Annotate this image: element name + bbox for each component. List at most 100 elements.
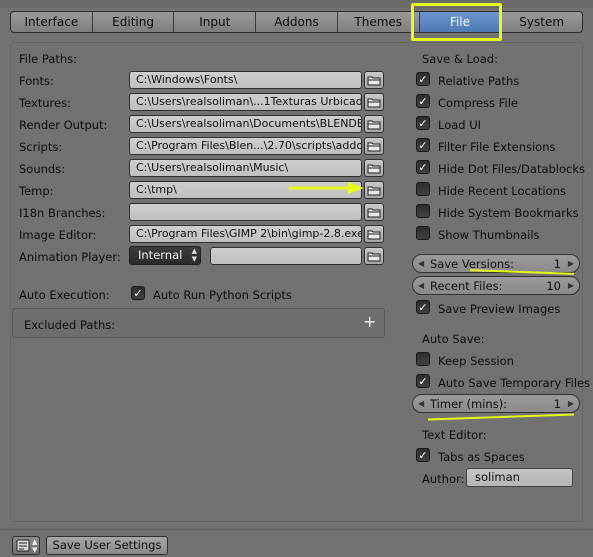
author-label: Author: [422,472,465,486]
folder-icon [367,208,381,217]
add-excluded-path-icon[interactable]: + [363,312,376,331]
timer-value: 1 [553,397,561,411]
arrow-right-icon[interactable]: ▶ [568,259,574,268]
arrow-left-icon[interactable]: ◀ [418,399,424,408]
keep-session-checkbox[interactable] [416,352,430,366]
timer-field[interactable]: ◀ Timer (mins): 1 ▶ [412,394,580,413]
render-output-path-field[interactable]: C:\Users\realsoliman\Documents\BLENDER\ [129,115,362,133]
animation-player-path-field[interactable] [210,247,362,265]
animation-player-label: Animation Player: [19,250,121,264]
check-icon: ✓ [418,374,428,388]
image-editor-label: Image Editor: [19,228,97,242]
save-preview-images-label: Save Preview Images [438,302,561,316]
tab-interface[interactable]: Interface [11,12,93,32]
i18n-branches-label: I18n Branches: [19,206,106,220]
filter-file-extensions-label: Filter File Extensions [438,140,556,154]
relative-paths-label: Relative Paths [438,74,520,88]
animation-player-dropdown[interactable]: Internal ▲ ▼ [129,246,201,265]
filter-file-extensions-checkbox[interactable]: ✓ [416,138,430,152]
folder-icon [367,164,381,173]
annotation-arrow-icon [288,182,364,194]
check-icon: ✓ [418,116,428,130]
hide-recent-locations-label: Hide Recent Locations [438,184,566,198]
sounds-folder-button[interactable] [364,159,384,177]
save-load-header: Save & Load: [422,52,498,66]
auto-execution-label: Auto Execution: [19,288,110,302]
save-versions-value: 1 [553,257,561,271]
check-icon: ✓ [418,300,428,314]
tabs-as-spaces-checkbox[interactable]: ✓ [416,448,430,462]
keep-session-label: Keep Session [438,354,514,368]
image-editor-path-field[interactable]: C:\Program Files\GIMP 2\bin\gimp-2.8.exe [129,225,362,243]
relative-paths-checkbox[interactable]: ✓ [416,72,430,86]
render-output-folder-button[interactable] [364,115,384,133]
tab-editing[interactable]: Editing [93,12,175,32]
compress-file-label: Compress File [438,96,519,110]
textures-path-field[interactable]: C:\Users\realsoliman\...1Texturas Urbica… [129,93,362,111]
folder-icon [367,186,381,195]
check-icon: ✓ [133,286,143,300]
hide-recent-locations-checkbox[interactable] [416,182,430,196]
tab-themes[interactable]: Themes [338,12,420,32]
image-editor-folder-button[interactable] [364,225,384,243]
scripts-folder-button[interactable] [364,137,384,155]
annotation-highlight-box [411,3,502,41]
sounds-label: Sounds: [19,162,66,176]
tab-addons[interactable]: Addons [256,12,338,32]
recent-files-field[interactable]: ◀ Recent Files: 10 ▶ [412,276,580,295]
i18n-branches-path-field[interactable] [129,203,362,221]
animation-player-dropdown-value: Internal [138,248,183,262]
hide-dot-files-label: Hide Dot Files/Datablocks [438,162,586,176]
hide-dot-files-checkbox[interactable]: ✓ [416,160,430,174]
fonts-path-field[interactable]: C:\Windows\Fonts\ [129,71,362,89]
arrow-left-icon[interactable]: ◀ [418,259,424,268]
author-field[interactable]: soliman [466,468,573,487]
i18n-folder-button[interactable] [364,203,384,221]
auto-save-temp-checkbox[interactable]: ✓ [416,374,430,388]
auto-run-python-checkbox[interactable]: ✓ [131,286,145,300]
excluded-paths-label: Excluded Paths: [24,318,116,332]
render-output-label: Render Output: [19,118,108,132]
updown-arrows-icon: ▲ ▼ [191,247,197,263]
recent-files-label: Recent Files: [430,279,503,293]
arrow-right-icon[interactable]: ▶ [568,281,574,290]
animation-player-folder-button[interactable] [364,247,384,265]
scripts-label: Scripts: [19,140,63,154]
folder-icon [367,230,381,239]
hide-system-bookmarks-checkbox[interactable] [416,204,430,218]
auto-run-python-label: Auto Run Python Scripts [153,288,292,302]
folder-icon [367,98,381,107]
show-thumbnails-checkbox[interactable] [416,226,430,240]
text-editor-header: Text Editor: [422,428,487,442]
fonts-label: Fonts: [19,74,54,88]
check-icon: ✓ [418,94,428,108]
scripts-path-field[interactable]: C:\Program Files\Blen...\2.70\scripts\ad… [129,137,362,155]
editor-type-button[interactable]: ▲ ▼ [12,536,40,555]
save-user-settings-button[interactable]: Save User Settings [46,536,168,555]
load-ui-checkbox[interactable]: ✓ [416,116,430,130]
folder-icon [367,252,381,261]
check-icon: ✓ [418,448,428,462]
save-preview-images-checkbox[interactable]: ✓ [416,300,430,314]
preferences-icon [16,539,30,552]
textures-label: Textures: [19,96,71,110]
compress-file-checkbox[interactable]: ✓ [416,94,430,108]
timer-label: Timer (mins): [430,397,508,411]
folder-icon [367,120,381,129]
temp-label: Temp: [19,184,54,198]
check-icon: ✓ [418,72,428,86]
hide-system-bookmarks-label: Hide System Bookmarks [438,206,579,220]
tab-system[interactable]: System [501,12,582,32]
folder-icon [367,76,381,85]
show-thumbnails-label: Show Thumbnails [438,228,540,242]
updown-arrows-icon: ▲ ▼ [32,538,38,554]
arrow-left-icon[interactable]: ◀ [418,281,424,290]
tab-input[interactable]: Input [174,12,257,32]
tabs-as-spaces-label: Tabs as Spaces [438,450,525,464]
arrow-right-icon[interactable]: ▶ [568,399,574,408]
check-icon: ✓ [418,160,428,174]
textures-folder-button[interactable] [364,93,384,111]
check-icon: ✓ [418,138,428,152]
sounds-path-field[interactable]: C:\Users\realsoliman\Music\ [129,159,362,177]
fonts-folder-button[interactable] [364,71,384,89]
